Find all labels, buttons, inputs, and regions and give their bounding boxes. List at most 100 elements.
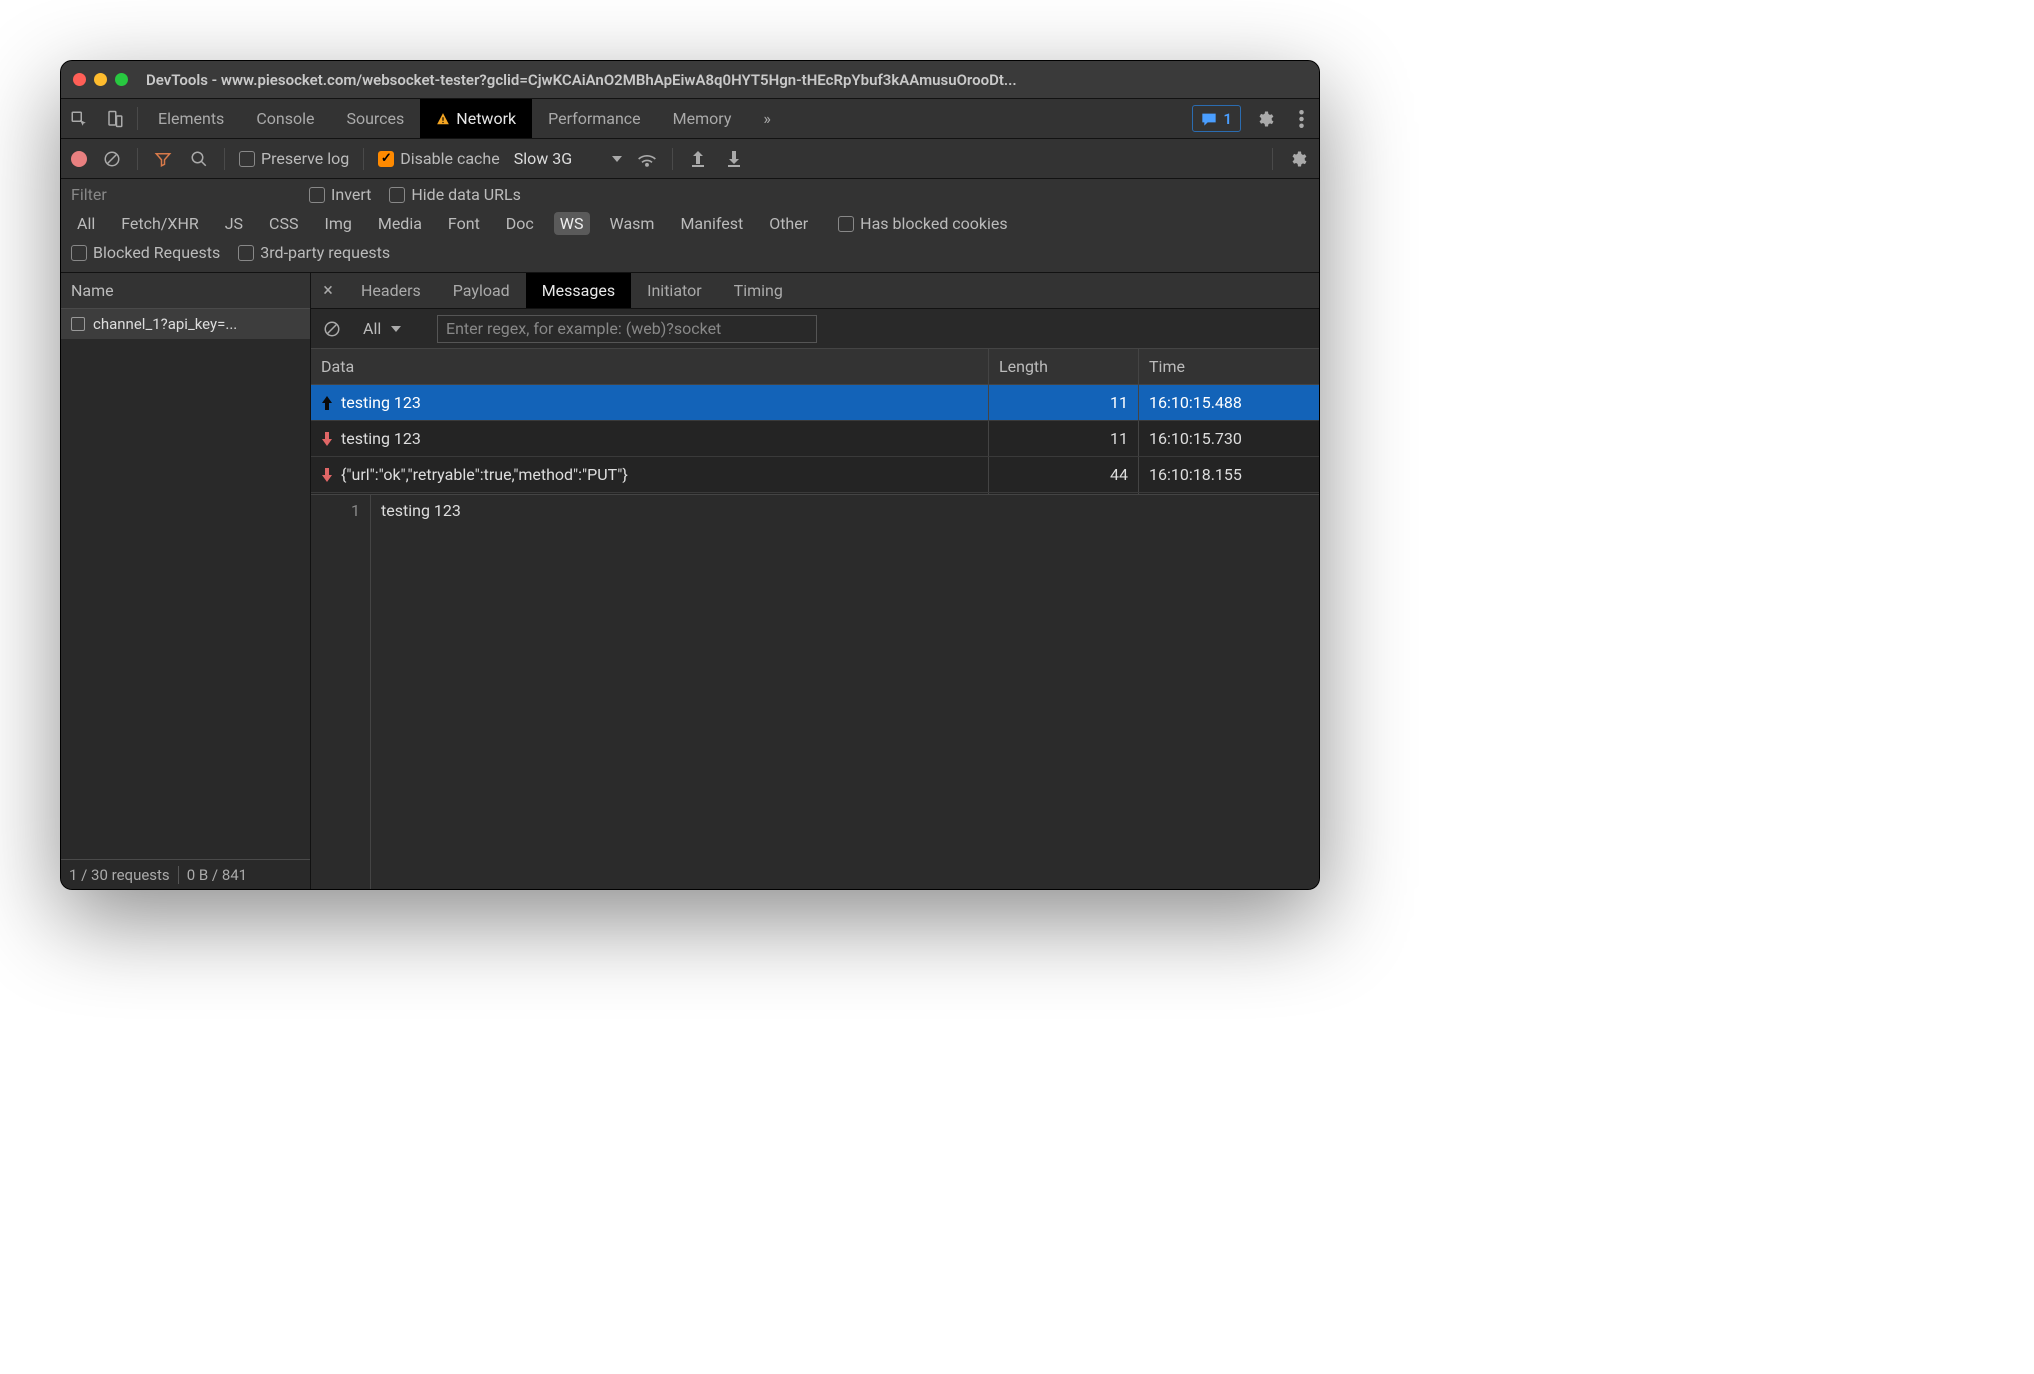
request-row[interactable]: channel_1?api_key=... xyxy=(61,309,310,339)
blocked-requests-checkbox[interactable]: Blocked Requests xyxy=(71,243,220,262)
detail-tab-messages[interactable]: Messages xyxy=(526,273,631,308)
request-list: channel_1?api_key=... xyxy=(61,309,310,859)
network-content: Name channel_1?api_key=... 1 / 30 reques… xyxy=(61,273,1319,889)
upload-har-icon[interactable] xyxy=(687,148,709,170)
tab-performance[interactable]: Performance xyxy=(532,99,657,138)
clear-icon[interactable] xyxy=(101,148,123,170)
type-filter-img[interactable]: Img xyxy=(318,212,357,235)
type-filter-manifest[interactable]: Manifest xyxy=(674,212,749,235)
type-filter-css[interactable]: CSS xyxy=(263,212,304,235)
detail-tab-payload[interactable]: Payload xyxy=(437,273,526,308)
detail-tabs: × HeadersPayloadMessagesInitiatorTiming xyxy=(311,273,1319,309)
tab-label: Elements xyxy=(158,109,224,128)
throttling-select[interactable]: Slow 3G xyxy=(514,149,622,168)
minimize-window-button[interactable] xyxy=(94,73,107,86)
invert-checkbox[interactable]: Invert xyxy=(309,185,371,204)
preview-line-no: 1 xyxy=(311,495,371,889)
record-button[interactable] xyxy=(71,151,87,167)
type-filter-media[interactable]: Media xyxy=(372,212,428,235)
tab-label: Memory xyxy=(673,109,732,128)
chevron-down-icon xyxy=(612,156,622,162)
col-data[interactable]: Data xyxy=(311,349,989,384)
message-direction-select[interactable]: All xyxy=(355,316,425,341)
has-blocked-cookies-checkbox[interactable]: Has blocked cookies xyxy=(838,214,1008,233)
detail-tab-initiator[interactable]: Initiator xyxy=(631,273,718,308)
col-length[interactable]: Length xyxy=(989,349,1139,384)
detail-tab-timing[interactable]: Timing xyxy=(718,273,799,308)
blocked-requests-label: Blocked Requests xyxy=(93,243,220,262)
close-detail-button[interactable]: × xyxy=(311,280,345,301)
third-party-checkbox[interactable]: 3rd-party requests xyxy=(238,243,390,262)
more-tabs-button[interactable]: » xyxy=(747,99,787,138)
clear-messages-icon[interactable] xyxy=(321,318,343,340)
arrow-up-icon xyxy=(321,395,333,411)
preview-text: testing 123 xyxy=(371,495,471,889)
type-filter-wasm[interactable]: Wasm xyxy=(604,212,661,235)
message-time: 16:10:15.488 xyxy=(1139,385,1319,420)
more-menu-icon[interactable] xyxy=(1283,99,1319,138)
settings-icon[interactable] xyxy=(1247,99,1283,138)
message-direction-value: All xyxy=(363,319,381,338)
preserve-log-checkbox[interactable]: Preserve log xyxy=(239,149,349,168)
close-window-button[interactable] xyxy=(73,73,86,86)
search-icon[interactable] xyxy=(188,148,210,170)
tab-sources[interactable]: Sources xyxy=(330,99,420,138)
filter-bar: Invert Hide data URLs All Fetch/XHR JS CSS I… xyxy=(61,179,1319,273)
status-requests: 1 / 30 requests xyxy=(69,866,170,884)
type-filter-font[interactable]: Font xyxy=(442,212,486,235)
request-status-icon xyxy=(71,317,85,331)
message-time: 16:10:15.730 xyxy=(1139,421,1319,456)
arrow-down-icon xyxy=(321,467,333,483)
status-bar: 1 / 30 requests 0 B / 841 xyxy=(61,859,310,889)
download-har-icon[interactable] xyxy=(723,148,745,170)
tab-network[interactable]: Network xyxy=(420,99,532,138)
window-title: DevTools - www.piesocket.com/websocket-t… xyxy=(146,71,1017,89)
device-toolbar-icon[interactable] xyxy=(97,99,133,138)
filter-icon[interactable] xyxy=(152,148,174,170)
tab-label: Performance xyxy=(548,109,641,128)
disable-cache-checkbox[interactable]: Disable cache xyxy=(378,149,499,168)
tab-label: Sources xyxy=(346,109,404,128)
main-tabbar: Elements Console Sources Network Performance… xyxy=(61,99,1319,139)
preserve-log-label: Preserve log xyxy=(261,149,349,168)
filter-input[interactable] xyxy=(71,185,291,204)
type-filter-fetchxhr[interactable]: Fetch/XHR xyxy=(115,212,205,235)
type-filter-ws[interactable]: WS xyxy=(554,212,590,235)
devtools-window: DevTools - www.piesocket.com/websocket-t… xyxy=(60,60,1320,890)
network-conditions-icon[interactable] xyxy=(636,148,658,170)
tab-console[interactable]: Console xyxy=(240,99,330,138)
inspect-element-icon[interactable] xyxy=(61,99,97,138)
type-filter-doc[interactable]: Doc xyxy=(500,212,540,235)
message-regex-input[interactable] xyxy=(437,315,817,343)
tab-memory[interactable]: Memory xyxy=(657,99,748,138)
type-filter-other[interactable]: Other xyxy=(763,212,814,235)
issues-icon xyxy=(1201,112,1217,126)
tab-elements[interactable]: Elements xyxy=(142,99,240,138)
message-row[interactable]: testing 1231116:10:15.730 xyxy=(311,421,1319,457)
type-filter-all[interactable]: All xyxy=(71,212,101,235)
message-time: 16:10:18.155 xyxy=(1139,457,1319,492)
zoom-window-button[interactable] xyxy=(115,73,128,86)
disable-cache-label: Disable cache xyxy=(400,149,499,168)
network-toolbar: Preserve log Disable cache Slow 3G xyxy=(61,139,1319,179)
message-length: 11 xyxy=(989,421,1139,456)
request-name: channel_1?api_key=... xyxy=(93,315,237,333)
warning-icon xyxy=(436,112,450,126)
has-blocked-cookies-label: Has blocked cookies xyxy=(860,214,1008,233)
detail-tab-headers[interactable]: Headers xyxy=(345,273,437,308)
request-detail-pane: × HeadersPayloadMessagesInitiatorTiming … xyxy=(311,273,1319,889)
col-time[interactable]: Time xyxy=(1139,349,1319,384)
network-settings-icon[interactable] xyxy=(1287,148,1309,170)
issues-count: 1 xyxy=(1223,110,1232,128)
type-filter-js[interactable]: JS xyxy=(219,212,249,235)
chevron-down-icon xyxy=(391,326,401,332)
third-party-label: 3rd-party requests xyxy=(260,243,390,262)
status-size: 0 B / 841 xyxy=(187,866,247,884)
message-length: 44 xyxy=(989,457,1139,492)
message-row[interactable]: testing 1231116:10:15.488 xyxy=(311,385,1319,421)
titlebar: DevTools - www.piesocket.com/websocket-t… xyxy=(61,61,1319,99)
issues-button[interactable]: 1 xyxy=(1192,105,1241,132)
message-preview: 1 testing 123 xyxy=(311,495,1319,889)
message-row[interactable]: {"url":"ok","retryable":true,"method":"P… xyxy=(311,457,1319,493)
hide-data-urls-checkbox[interactable]: Hide data URLs xyxy=(389,185,521,204)
